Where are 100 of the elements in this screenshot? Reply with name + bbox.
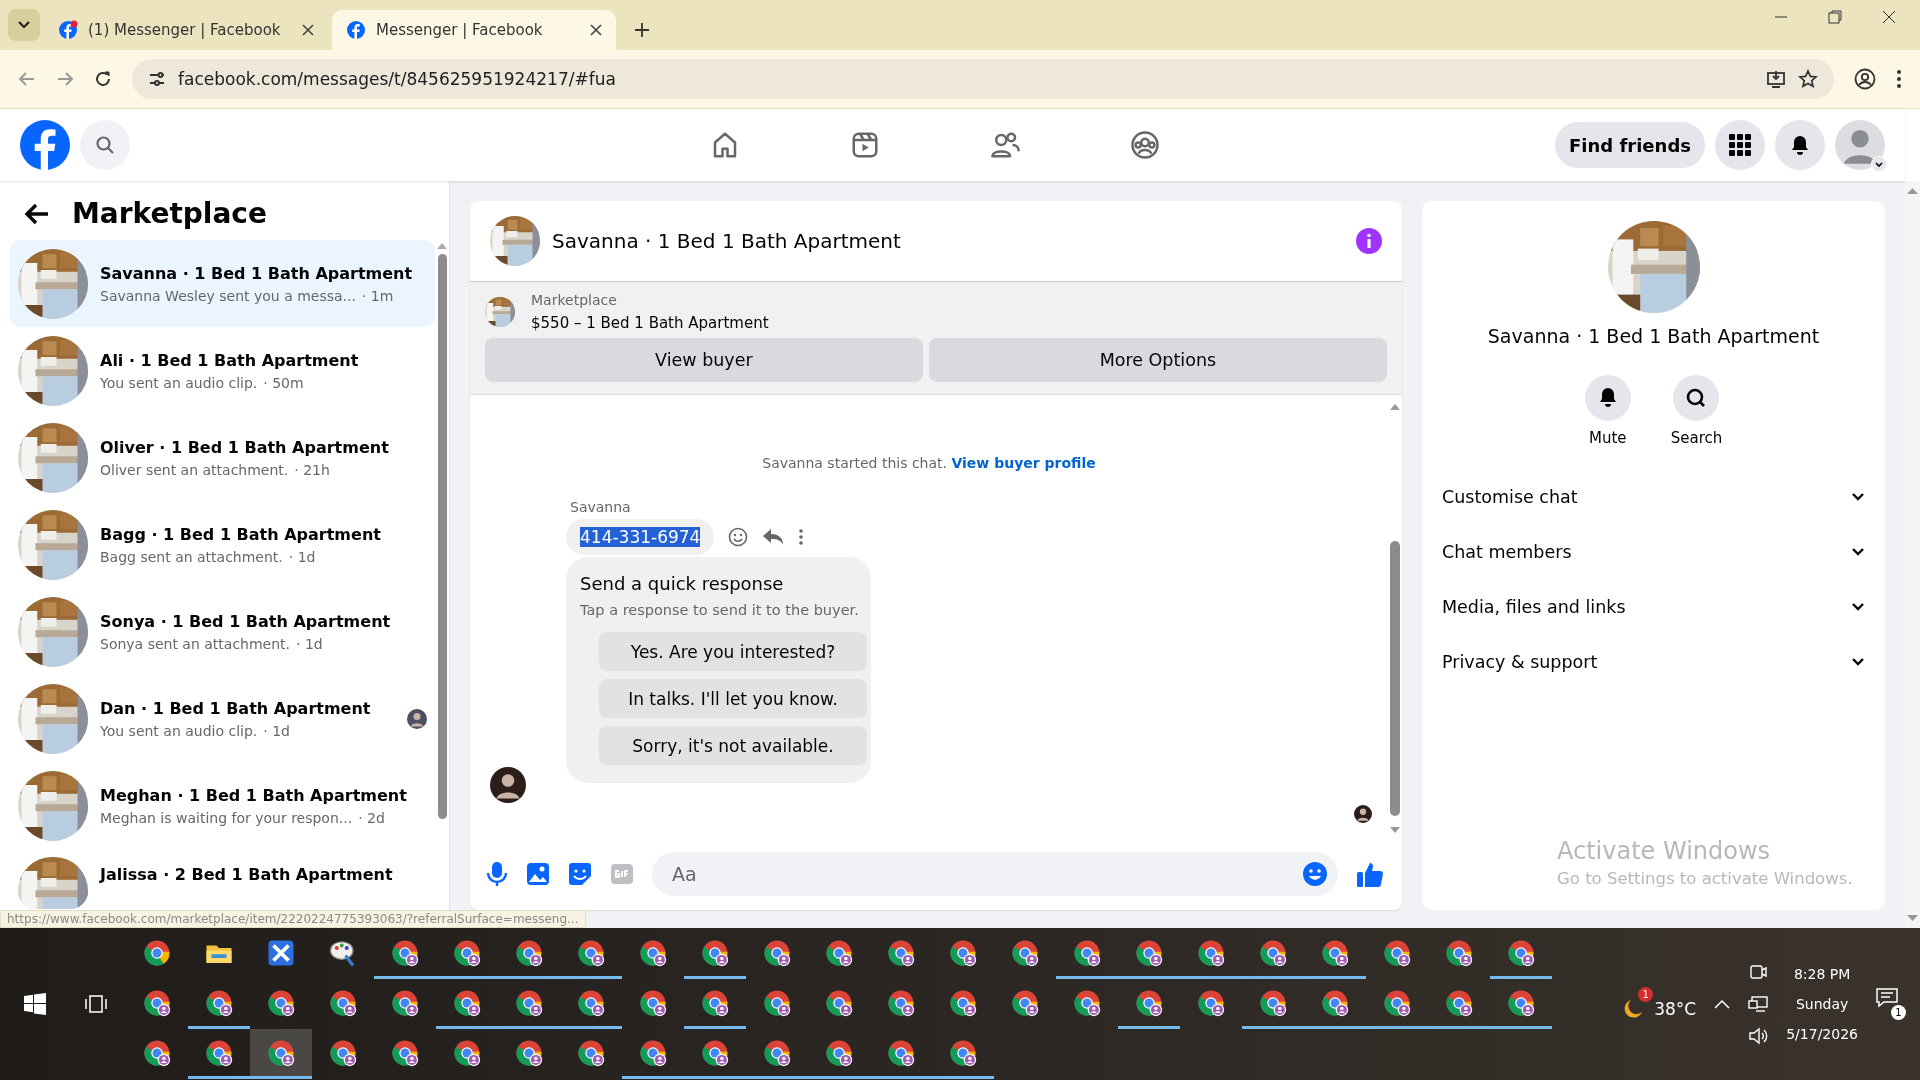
message-time: · 2d: [358, 809, 385, 826]
activation-title: Activate Windows: [1557, 837, 1772, 865]
chat-title: Bagg · 1 Bed 1 Bath Apartment: [100, 524, 382, 544]
notifications-button[interactable]: [1775, 120, 1825, 170]
section-header[interactable]: Privacy & support: [1442, 634, 1865, 689]
browser-tab[interactable]: (1) Messenger | Facebook: [44, 10, 328, 50]
people-icon[interactable]: [990, 130, 1020, 160]
chat-title: Meghan · 1 Bed 1 Bath Apartment: [100, 785, 408, 805]
weather-widget[interactable]: 1 38°C: [1622, 987, 1697, 1021]
message-preview: You sent an audio clip.: [100, 722, 258, 739]
chat-list-item[interactable]: Sonya · 1 Bed 1 Bath Apartment Sonya sent an attachment. · 1d: [10, 588, 435, 675]
message-preview: You sent an audio clip.: [100, 374, 258, 391]
message-time: · 1d: [263, 722, 290, 739]
camera-icon[interactable]: [1749, 963, 1768, 981]
quick-reply-button[interactable]: In talks. I'll let you know.: [599, 679, 867, 718]
network-icon[interactable]: [1748, 995, 1769, 1013]
restore-icon[interactable]: [1828, 10, 1842, 24]
groups-icon[interactable]: [1130, 130, 1160, 160]
chat-list-item[interactable]: Oliver · 1 Bed 1 Bath Apartment Oliver sent an attachment. · 21h: [10, 414, 435, 501]
emoji-icon[interactable]: [728, 527, 749, 547]
message-field[interactable]: Aa: [652, 852, 1338, 896]
chat-list-item[interactable]: Savanna · 1 Bed 1 Bath Apartment Savanna Wesley sent you a messa... · 1m: [10, 240, 435, 327]
tab-list-button[interactable]: [8, 9, 40, 41]
message-preview: Oliver sent an attachment.: [100, 461, 289, 478]
chat-list-item[interactable]: Dan · 1 Bed 1 Bath Apartment You sent an audio clip. · 1d: [10, 675, 435, 762]
chat-title: Ali · 1 Bed 1 Bath Apartment: [100, 350, 360, 370]
chat-list-item[interactable]: Ali · 1 Bed 1 Bath Apartment You sent an audio clip. · 50m: [10, 327, 435, 414]
close-icon[interactable]: [302, 24, 314, 36]
chat-title: Savanna · 1 Bed 1 Bath Apartment: [552, 229, 902, 253]
quick-reply-button[interactable]: Yes. Are you interested?: [599, 632, 867, 671]
chat-title: Savanna · 1 Bed 1 Bath Apartment: [1487, 325, 1820, 347]
start-icon[interactable]: [23, 993, 46, 1015]
avatar-icon: [1354, 805, 1372, 823]
message-time: · 50m: [263, 374, 304, 391]
action-button[interactable]: More Options: [928, 338, 1387, 382]
new-tab-icon[interactable]: [634, 22, 650, 38]
section-header[interactable]: Customise chat: [1442, 469, 1865, 524]
account-button[interactable]: [1835, 120, 1885, 170]
close-icon[interactable]: [1882, 10, 1896, 24]
microphone-icon[interactable]: [486, 861, 508, 887]
notifications-button[interactable]: 1: [1876, 988, 1906, 1020]
arrow-up-icon[interactable]: [1390, 403, 1400, 411]
star-icon[interactable]: [1798, 69, 1818, 89]
listing-source: Marketplace: [531, 292, 618, 308]
action-button[interactable]: View buyer: [485, 338, 923, 382]
sender-name: Savanna: [570, 499, 632, 515]
card-subtitle: Tap a response to send it to the buyer.: [580, 602, 857, 618]
message-bubble: 414-331-6974: [566, 519, 715, 555]
chat-title: Dan · 1 Bed 1 Bath Apartment: [100, 698, 372, 718]
find-friends-button[interactable]: Find friends: [1555, 122, 1705, 168]
task-view-icon[interactable]: [84, 993, 107, 1015]
notification-badge: 1: [1638, 987, 1654, 1002]
browser-tab[interactable]: Messenger | Facebook: [332, 10, 616, 50]
back-icon[interactable]: [24, 202, 50, 225]
site-settings-icon[interactable]: [148, 70, 166, 88]
chat-list-item[interactable]: Bagg · 1 Bed 1 Bath Apartment Bagg sent an attachment. · 1d: [10, 501, 435, 588]
avatar-icon: [1835, 120, 1885, 170]
like-icon[interactable]: [1356, 860, 1384, 888]
volume-icon[interactable]: [1748, 1027, 1769, 1045]
chat-title: Oliver · 1 Bed 1 Bath Apartment: [100, 437, 390, 457]
close-icon[interactable]: [590, 24, 602, 36]
address-bar[interactable]: facebook.com/messages/t/845625951924217/#fua: [132, 59, 1834, 99]
clock[interactable]: 8:28 PM Sunday 5/17/2026: [1786, 966, 1858, 1042]
forward-icon[interactable]: [56, 70, 74, 88]
install-icon[interactable]: [1766, 69, 1786, 89]
arrow-down-icon[interactable]: [1907, 914, 1918, 922]
message-preview: Savanna Wesley sent you a messa...: [100, 287, 356, 304]
chat-list-item[interactable]: Meghan · 1 Bed 1 Bath Apartment Meghan is waiting for your respon... · 2d: [10, 762, 435, 849]
section-header[interactable]: Media, files and links: [1442, 579, 1865, 634]
search-button[interactable]: [80, 120, 130, 170]
scrollbar[interactable]: [1905, 181, 1920, 928]
quick-reply-button[interactable]: Sorry, it's not available.: [599, 726, 867, 765]
section-header[interactable]: Chat members: [1442, 524, 1865, 579]
clock-time: 8:28 PM: [1793, 966, 1851, 982]
emoji-icon[interactable]: [1302, 861, 1328, 887]
chat-notice: Savanna started this chat. View buyer profile: [761, 455, 1097, 471]
avatar-icon: [407, 708, 427, 729]
more-icon[interactable]: [798, 527, 805, 547]
chat-title: Savanna · 1 Bed 1 Bath Apartment: [100, 263, 414, 283]
reply-icon[interactable]: [762, 527, 785, 547]
chevron-up-icon[interactable]: [1714, 999, 1731, 1009]
reload-icon[interactable]: [94, 70, 112, 88]
arrow-up-icon[interactable]: [1907, 187, 1918, 195]
message-time: · 1m: [361, 287, 394, 304]
info-icon[interactable]: [1356, 228, 1382, 254]
message-preview: Meghan is waiting for your respon...: [100, 809, 353, 826]
taskbar-button[interactable]: [250, 1029, 312, 1079]
video-icon[interactable]: [850, 130, 880, 160]
menu-button[interactable]: [1715, 120, 1765, 170]
search-icon: [95, 135, 115, 155]
temperature: 38°C: [1654, 999, 1697, 1019]
message-icon: [1876, 988, 1898, 1008]
menu-icon[interactable]: [1896, 69, 1902, 89]
profile-link[interactable]: View buyer profile: [951, 455, 1096, 471]
profile-icon[interactable]: [1854, 68, 1876, 90]
image-icon[interactable]: [526, 862, 550, 886]
chat-title: Sonya · 1 Bed 1 Bath Apartment: [100, 611, 392, 631]
facebook-logo[interactable]: [20, 120, 70, 170]
sticker-icon[interactable]: [568, 862, 592, 886]
arrow-down-icon[interactable]: [1390, 826, 1400, 834]
